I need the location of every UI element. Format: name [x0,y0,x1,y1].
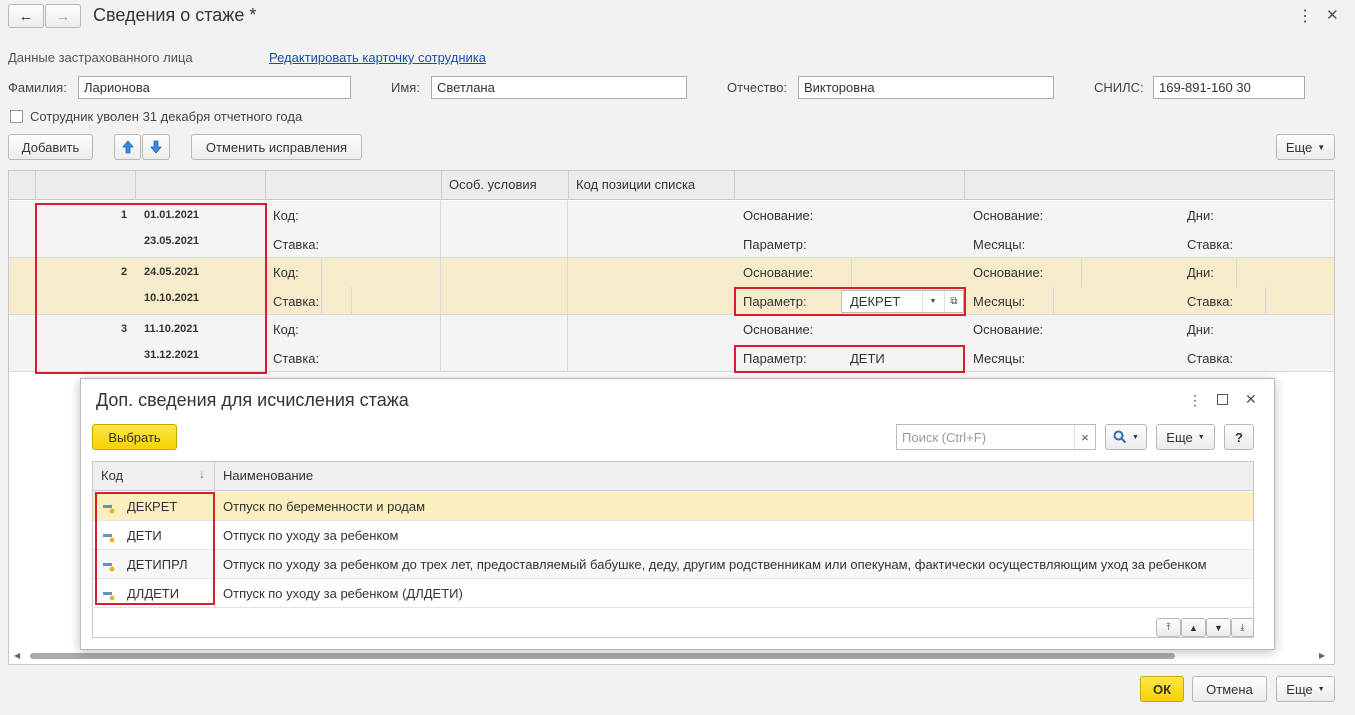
dni-label: Дни: [1187,208,1214,223]
patronymic-field[interactable]: Викторовна [798,76,1054,99]
dismissed-label: Сотрудник уволен 31 декабря отчетного го… [30,109,303,124]
scroll-left-icon[interactable]: ◀ [14,651,20,660]
patronymic-label: Отчество: [727,80,788,95]
sort-arrow-icon[interactable]: ↓ [199,467,205,481]
mesyatsy-label: Месяцы: [973,294,1026,309]
osnovanie-label: Основание: [743,208,814,223]
osnovanie-label-2: Основание: [973,208,1044,223]
item-name: Отпуск по уходу за ребенком до трех лет,… [223,557,1207,572]
search-options-button[interactable]: ▼ [1105,424,1147,450]
stavka-label: Ставка: [273,294,320,309]
dates-highlight [35,203,267,374]
kod-label: Код: [273,322,299,337]
name-field[interactable]: Светлана [431,76,687,99]
mesyatsy-label: Месяцы: [973,351,1026,366]
stavka-label-2: Ставка: [1187,294,1234,309]
insured-section-label: Данные застрахованного лица [8,50,193,65]
header-list-position-code[interactable]: Код позиции списка [576,177,695,192]
last-page-button[interactable]: ⤓ [1231,618,1254,637]
forward-button[interactable]: → [45,4,81,28]
cancel-fixes-button[interactable]: Отменить исправления [191,134,362,160]
first-page-button[interactable]: ⤒ [1156,618,1181,637]
move-down-button[interactable] [142,134,170,160]
stavka-label: Ставка: [273,351,320,366]
kod-label: Код: [273,208,299,223]
prev-page-button[interactable]: ▲ [1181,618,1206,637]
toolbar-more-label: Еще [1285,139,1313,155]
more-menu-icon[interactable]: ⋮ [1297,6,1313,26]
close-icon[interactable]: ✕ [1326,6,1339,24]
osnovanie-label-2: Основание: [973,265,1044,280]
search-icon [1113,430,1127,444]
col-code-header[interactable]: Код [101,468,123,483]
back-button[interactable]: ← [8,4,44,28]
header-special-conditions[interactable]: Особ. условия [449,177,537,192]
footer-more-label: Еще [1286,681,1313,697]
cancel-button[interactable]: Отмена [1192,676,1267,702]
osnovanie-label-2: Основание: [973,322,1044,337]
col-name-header[interactable]: Наименование [223,468,313,483]
arrow-up-icon [121,140,134,154]
page-title: Сведения о стаже * [93,5,257,25]
clear-search-icon[interactable]: × [1074,425,1095,449]
dialog-more-button[interactable]: Еще ▼ [1156,424,1215,450]
item-name: Отпуск по уходу за ребенком [223,528,399,543]
footer-more-button[interactable]: Еще ▼ [1276,676,1335,702]
item-name: Отпуск по уходу за ребенком (ДЛДЕТИ) [223,586,463,601]
parametr-label: Параметр: [743,237,807,252]
mesyatsy-label: Месяцы: [973,237,1026,252]
surname-label: Фамилия: [8,80,67,95]
chevron-down-icon: ▼ [1317,142,1326,152]
scroll-right-icon[interactable]: ▶ [1319,651,1325,660]
dni-label: Дни: [1187,265,1214,280]
edit-employee-link[interactable]: Редактировать карточку сотрудника [269,50,486,65]
chevron-down-icon: ▼ [1132,433,1139,441]
help-button[interactable]: ? [1224,424,1254,450]
osnovanie-label: Основание: [743,265,814,280]
move-up-button[interactable] [114,134,141,160]
dni-label: Дни: [1187,322,1214,337]
codes-highlight [95,492,215,605]
add-button[interactable]: Добавить [8,134,93,160]
osnovanie-label: Основание: [743,322,814,337]
name-label: Имя: [391,80,420,95]
horizontal-scrollbar[interactable] [30,653,1175,659]
dialog-more-label: Еще [1166,429,1193,445]
chevron-down-icon: ▼ [1197,433,1205,441]
dialog-close-icon[interactable]: ✕ [1245,391,1257,408]
snils-field[interactable]: 169-891-160 30 [1153,76,1305,99]
toolbar-more-button[interactable]: Еще ▼ [1276,134,1335,160]
stavka-label-2: Ставка: [1187,237,1234,252]
dialog-more-icon[interactable]: ⋮ [1188,392,1202,409]
parametr-highlight [734,287,966,316]
item-name: Отпуск по беременности и родам [223,499,426,514]
surname-field[interactable]: Ларионова [78,76,351,99]
dismissed-checkbox[interactable] [10,110,23,123]
select-button[interactable]: Выбрать [92,424,177,450]
kod-label: Код: [273,265,299,280]
parametr-highlight-2 [734,345,965,373]
stavka-label: Ставка: [273,237,320,252]
ok-button[interactable]: ОК [1140,676,1184,702]
next-page-button[interactable]: ▼ [1206,618,1231,637]
search-placeholder: Поиск (Ctrl+F) [902,430,987,445]
dialog-title: Доп. сведения для исчисления стажа [96,390,409,410]
maximize-icon[interactable] [1217,394,1228,405]
arrow-down-icon [150,140,162,154]
chevron-down-icon: ▼ [1317,685,1325,693]
stavka-label-2: Ставка: [1187,351,1234,366]
snils-label: СНИЛС: [1094,80,1144,95]
